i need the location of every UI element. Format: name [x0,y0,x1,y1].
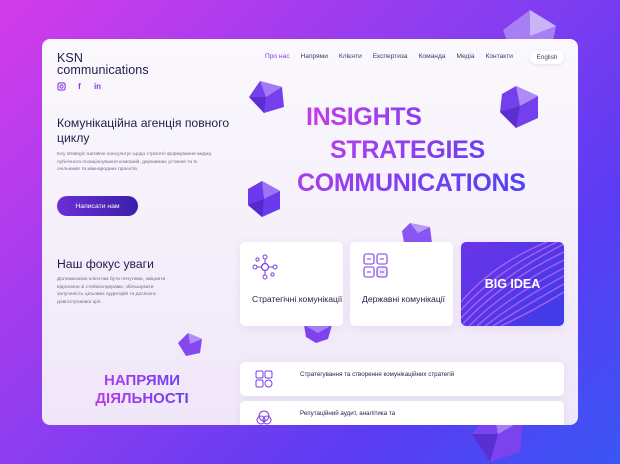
nav-item-directions[interactable]: Напрями [301,53,328,60]
headline-insights: INSIGHTS [306,103,422,131]
main-nav: Про нас Напрями Клієнти Експертиза Коман… [265,53,513,60]
audit-icon [256,410,272,425]
direction-row[interactable]: Репутаційний аудит, аналітика та [240,401,564,425]
linkedin-icon[interactable]: in [93,82,102,91]
network-icon [252,254,278,280]
nav-item-team[interactable]: Команда [419,53,446,60]
nav-item-contacts[interactable]: Контакти [486,53,513,60]
contact-button[interactable]: Написати нам [57,196,138,216]
hero-description: Key strategic narrative консультує щодо … [57,152,213,172]
focus-title: Наш фокус уваги [57,257,154,271]
nav-item-about[interactable]: Про нас [265,53,290,60]
instagram-icon[interactable] [57,82,66,91]
tile-government-communications[interactable]: Державні комунікації [350,242,453,326]
direction-row[interactable]: Стратегування та створення комунікаційни… [240,362,564,396]
big-idea-label: BIG IDEA [484,277,541,291]
strategy-icon [255,370,273,388]
directions-title: НАПРЯМИ ДІЯЛЬНОСТІ [82,372,202,408]
logo[interactable]: KSN communications [57,52,149,77]
focus-description: Допомагаємо клієнтам бути почутими, зміц… [57,277,166,305]
direction-text: Стратегування та створення комунікаційни… [300,371,455,378]
gem-left [178,333,202,356]
documents-icon [363,253,388,278]
headline-communications: COMMUNICATIONS [297,169,526,197]
language-switch[interactable]: English [530,51,564,64]
nav-item-expertise[interactable]: Експертиза [373,53,408,60]
headline-strategies: STRATEGIES [330,136,485,164]
tile-strategic-communications[interactable]: Стратегічні комунікації [240,242,343,326]
direction-text: Репутаційний аудит, аналітика та [300,410,396,417]
gem-hero-mid [248,181,280,217]
social-links: f in [57,82,102,91]
tile-big-idea[interactable]: BIG IDEA [461,242,564,326]
tile-label: Державні комунікації [362,294,446,304]
gem-hero-right [500,86,538,128]
website-window: KSN communications f in Про нас Напрями … [42,39,578,425]
facebook-icon[interactable]: f [75,82,84,91]
hero-title: Комунікаційна агенція повного циклу [57,116,230,145]
nav-item-media[interactable]: Медіа [456,53,474,60]
nav-item-clients[interactable]: Клієнти [339,53,362,60]
gem-hero-left [249,81,284,113]
logo-line2: communications [57,63,149,77]
tile-label: Стратегічні комунікації [252,294,343,304]
